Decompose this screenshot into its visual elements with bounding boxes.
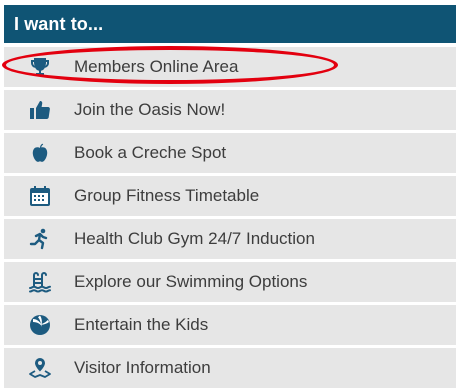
quick-links-panel: I want to... Members Online Area Join th… [4, 5, 456, 388]
link-label: Book a Creche Spot [74, 143, 227, 162]
link-book-creche-spot[interactable]: Book a Creche Spot [4, 133, 456, 173]
link-label: Entertain the Kids [74, 315, 209, 334]
link-members-online-area[interactable]: Members Online Area [4, 47, 456, 87]
pool-ladder-icon [28, 270, 52, 294]
beach-ball-icon [28, 313, 52, 337]
link-label: Members Online Area [74, 57, 239, 76]
panel-title: I want to... [4, 5, 456, 43]
link-group-fitness-timetable[interactable]: Group Fitness Timetable [4, 176, 456, 216]
apple-icon [28, 141, 52, 165]
link-label: Health Club Gym 24/7 Induction [74, 229, 315, 248]
link-health-club-gym-induction[interactable]: Health Club Gym 24/7 Induction [4, 219, 456, 259]
thumbs-up-icon [28, 98, 52, 122]
link-label: Visitor Information [74, 358, 211, 377]
link-visitor-information[interactable]: Visitor Information [4, 348, 456, 388]
trophy-icon [28, 55, 52, 79]
link-explore-swimming-options[interactable]: Explore our Swimming Options [4, 262, 456, 302]
link-label: Join the Oasis Now! [74, 100, 226, 119]
link-join-the-oasis[interactable]: Join the Oasis Now! [4, 90, 456, 130]
calendar-icon [28, 184, 52, 208]
link-label: Group Fitness Timetable [74, 186, 260, 205]
link-entertain-the-kids[interactable]: Entertain the Kids [4, 305, 456, 345]
running-person-icon [28, 227, 52, 251]
map-pin-icon [28, 356, 52, 380]
quick-links-list: Members Online Area Join the Oasis Now! … [4, 47, 456, 388]
link-label: Explore our Swimming Options [74, 272, 308, 291]
